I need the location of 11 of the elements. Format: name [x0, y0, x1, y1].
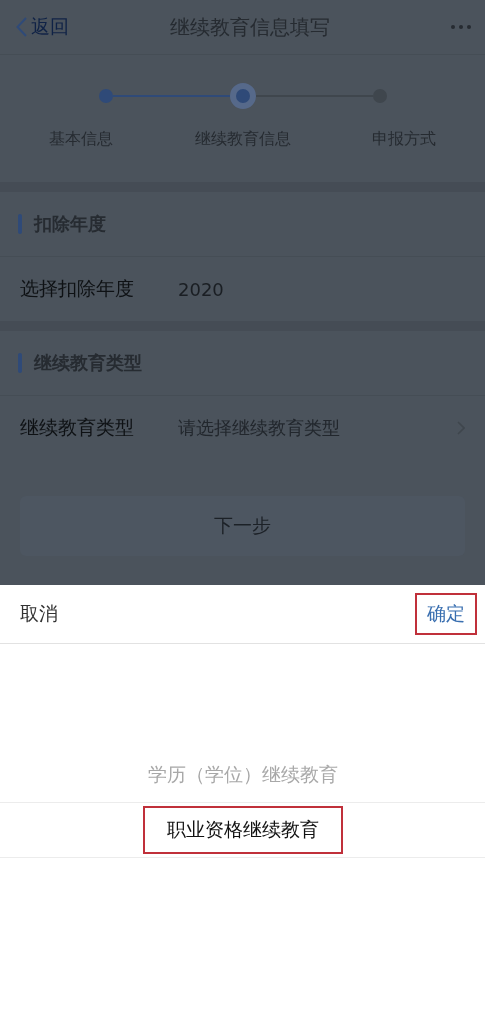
field-value: 2020 [178, 278, 224, 300]
form-row[interactable]: 选择扣除年度 2020 [0, 257, 485, 321]
cancel-button[interactable]: 取消 [20, 601, 58, 627]
more-icon[interactable] [451, 25, 471, 29]
back-button[interactable]: 返回 [16, 14, 69, 40]
field-label: 选择扣除年度 [20, 276, 135, 301]
confirm-button[interactable]: 确定 [415, 593, 477, 635]
chevron-left-icon [16, 17, 27, 37]
field-label: 继续教育类型 [20, 415, 135, 440]
picker-option[interactable]: 职业资格继续教育 [142, 806, 343, 854]
picker-option[interactable]: 学历（学位）继续教育 [123, 751, 362, 799]
